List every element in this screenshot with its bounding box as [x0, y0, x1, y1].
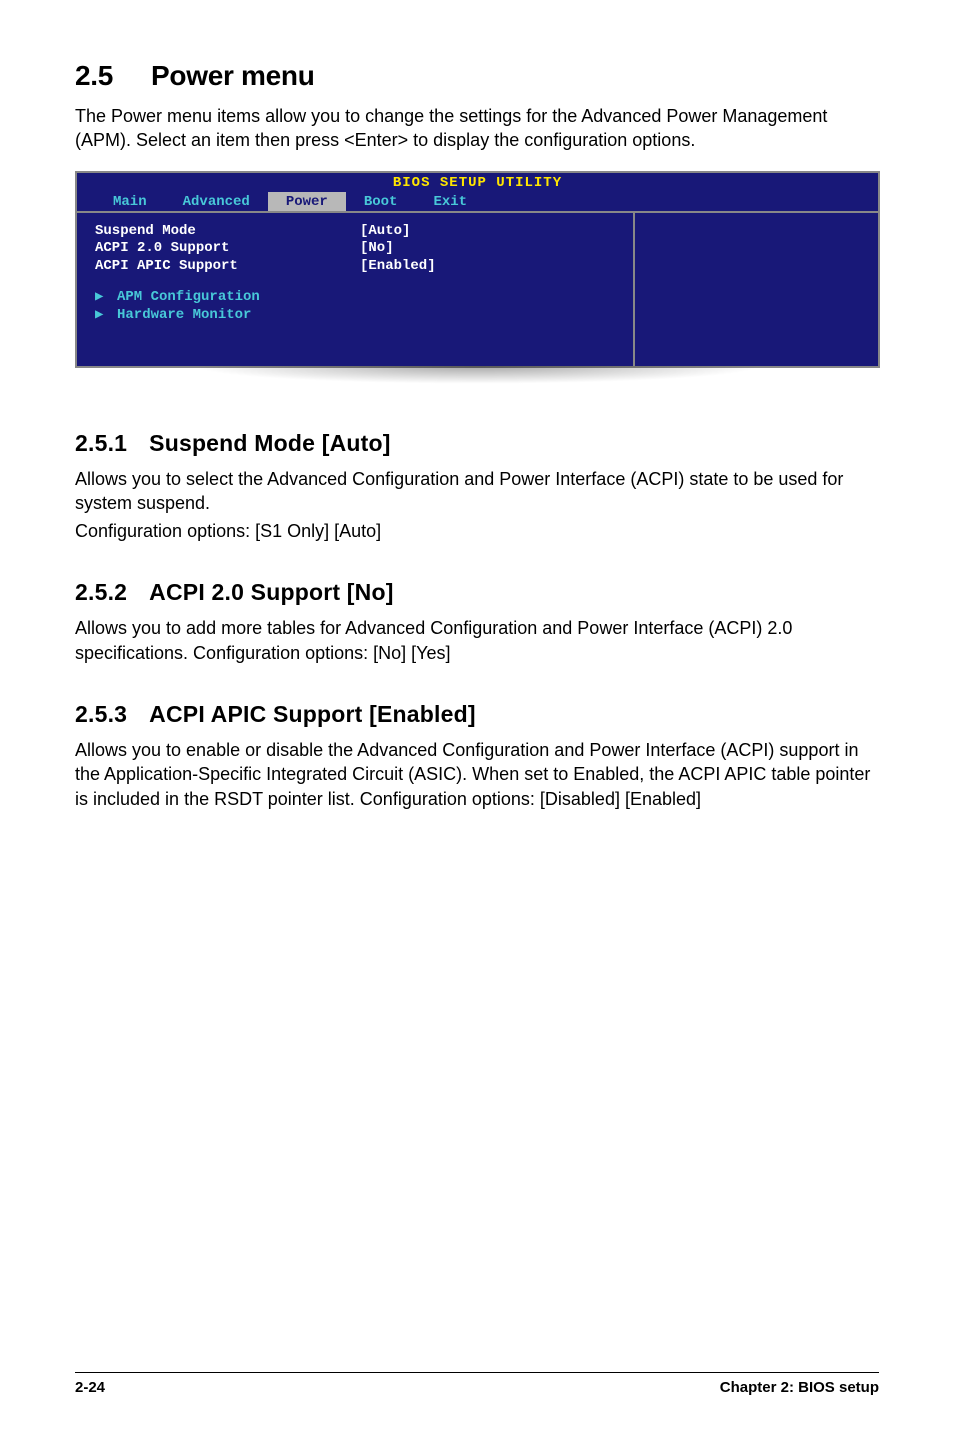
bios-tab-main: Main	[95, 192, 165, 211]
bios-row-suspend: Suspend Mode [Auto]	[95, 223, 615, 241]
body-paragraph: Allows you to select the Advanced Config…	[75, 467, 879, 516]
body-paragraph: Allows you to add more tables for Advanc…	[75, 616, 879, 665]
subsection-title: ACPI 2.0 Support [No]	[149, 579, 393, 605]
bios-title: BIOS SETUP UTILITY	[393, 175, 562, 191]
bios-label: Suspend Mode	[95, 223, 360, 241]
bios-value: [Auto]	[360, 223, 410, 241]
bios-body: Suspend Mode [Auto] ACPI 2.0 Support [No…	[77, 211, 878, 366]
bios-window: BIOS SETUP UTILITY Main Advanced Power B…	[75, 171, 880, 368]
bios-screenshot: BIOS SETUP UTILITY Main Advanced Power B…	[75, 171, 880, 394]
triangle-right-icon: ▶	[95, 289, 117, 307]
page-number: 2-24	[75, 1379, 105, 1396]
subsection-number: 2.5.3	[75, 701, 127, 728]
bios-tab-advanced: Advanced	[165, 192, 268, 211]
bios-shadow	[75, 366, 880, 394]
subsection-number: 2.5.1	[75, 430, 127, 457]
bios-row-acpi20: ACPI 2.0 Support [No]	[95, 240, 615, 258]
section-title: Power menu	[151, 60, 314, 91]
section-heading: 2.5 Power menu	[75, 60, 879, 92]
bios-header: BIOS SETUP UTILITY Main Advanced Power B…	[77, 173, 878, 211]
bios-tab-boot: Boot	[346, 192, 416, 211]
section-number: 2.5	[75, 60, 113, 92]
bios-left-pane: Suspend Mode [Auto] ACPI 2.0 Support [No…	[77, 213, 633, 366]
bios-submenu-hw: ▶ Hardware Monitor	[95, 307, 615, 325]
body-paragraph: Configuration options: [S1 Only] [Auto]	[75, 519, 879, 543]
subsection-heading: 2.5.1 Suspend Mode [Auto]	[75, 430, 879, 457]
intro-paragraph: The Power menu items allow you to change…	[75, 104, 879, 153]
bios-right-pane	[633, 213, 878, 366]
bios-value: [No]	[360, 240, 394, 258]
bios-submenu-label: APM Configuration	[117, 289, 260, 307]
bios-label: ACPI APIC Support	[95, 258, 360, 276]
bios-value: [Enabled]	[360, 258, 436, 276]
bios-submenu-apm: ▶ APM Configuration	[95, 289, 615, 307]
page-footer: 2-24 Chapter 2: BIOS setup	[75, 1372, 879, 1396]
subsection-heading: 2.5.2 ACPI 2.0 Support [No]	[75, 579, 879, 606]
bios-label: ACPI 2.0 Support	[95, 240, 360, 258]
subsection-title: Suspend Mode [Auto]	[149, 430, 390, 456]
chapter-label: Chapter 2: BIOS setup	[720, 1379, 879, 1396]
bios-submenu-label: Hardware Monitor	[117, 307, 251, 325]
bios-row-apic: ACPI APIC Support [Enabled]	[95, 258, 615, 276]
subsection-title: ACPI APIC Support [Enabled]	[149, 701, 476, 727]
body-paragraph: Allows you to enable or disable the Adva…	[75, 738, 879, 811]
subsection-heading: 2.5.3 ACPI APIC Support [Enabled]	[75, 701, 879, 728]
bios-tab-bar: Main Advanced Power Boot Exit	[95, 192, 485, 211]
bios-submenu-block: ▶ APM Configuration ▶ Hardware Monitor	[95, 289, 615, 324]
subsection-number: 2.5.2	[75, 579, 127, 606]
bios-tab-power: Power	[268, 192, 346, 211]
triangle-right-icon: ▶	[95, 307, 117, 325]
bios-tab-exit: Exit	[415, 192, 485, 211]
